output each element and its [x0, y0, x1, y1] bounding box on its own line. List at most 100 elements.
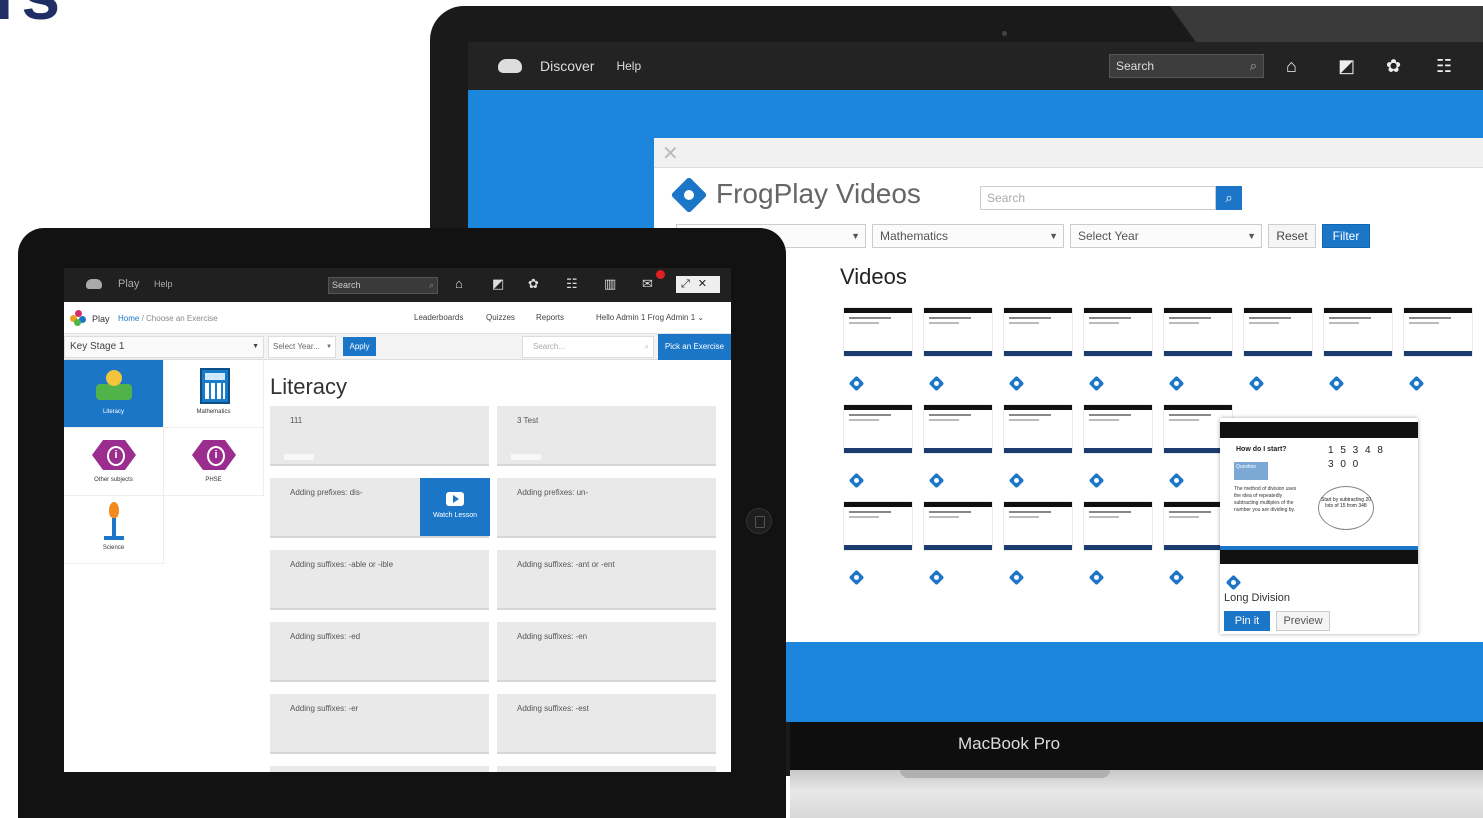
pin-icon[interactable] [1408, 375, 1425, 392]
video-thumbnail[interactable] [1004, 405, 1072, 453]
exercise-card[interactable]: Adding suffixes: -ed [270, 622, 489, 682]
exercise-card[interactable]: 111 [270, 406, 489, 466]
exercise-card[interactable]: Adding prefixes: un- [497, 478, 716, 538]
video-thumbnail[interactable] [1004, 502, 1072, 550]
video-search-input[interactable]: Search [980, 186, 1216, 210]
dashboard-icon[interactable]: ◩ [1338, 54, 1355, 78]
pin-icon[interactable] [1088, 375, 1105, 392]
video-search-button[interactable]: ⌕ [1216, 186, 1242, 210]
video-thumbnail[interactable] [1004, 308, 1072, 356]
subject-other[interactable]: Other subjects [64, 428, 164, 496]
pin-icon[interactable] [1328, 375, 1345, 392]
frog-logo-icon[interactable] [498, 59, 522, 73]
nav-reports[interactable]: Reports [536, 313, 564, 322]
key-stage-select[interactable]: Key Stage 1 ▼ [64, 336, 264, 358]
exercise-card[interactable]: Adding suffixes: -ant or -ent [497, 550, 716, 610]
pin-icon[interactable] [848, 472, 865, 489]
window-controls[interactable]: ⤢✕ [676, 276, 720, 293]
pin-icon[interactable] [1088, 569, 1105, 586]
preview-button[interactable]: Preview [1276, 611, 1330, 631]
search-icon[interactable]: ⌕ [1250, 55, 1257, 77]
exercise-card[interactable]: Adding suffixes: -est [497, 694, 716, 754]
pin-icon[interactable] [928, 375, 945, 392]
ipad: Play Help Search ⌕ ⌂ ◩ ✿ ☷ ▥ ✉ ⤢✕ Play H… [18, 228, 786, 818]
video-thumbnail[interactable] [844, 502, 912, 550]
apps-icon[interactable]: ✿ [528, 276, 539, 292]
home-button-icon[interactable] [746, 508, 772, 534]
nav-help[interactable]: Help [616, 59, 641, 73]
pin-icon[interactable] [1248, 375, 1265, 392]
pin-icon[interactable] [1008, 472, 1025, 489]
pin-icon[interactable] [1168, 472, 1185, 489]
exercise-card[interactable]: 3 Test [497, 406, 716, 466]
reset-button[interactable]: Reset [1268, 224, 1316, 248]
pin-icon[interactable] [1225, 574, 1242, 591]
video-thumbnail[interactable] [1164, 308, 1232, 356]
exercise-card[interactable]: Adding suffixes: -er [270, 694, 489, 754]
video-thumbnail[interactable] [1404, 308, 1472, 356]
nav-discover[interactable]: Discover [540, 58, 594, 74]
laptop-search-input[interactable]: Search ⌕ [1109, 54, 1264, 78]
exercise-card[interactable]: Adding suffixes: -en [497, 622, 716, 682]
pin-icon[interactable] [1088, 472, 1105, 489]
pin-icon[interactable] [928, 472, 945, 489]
video-thumbnail[interactable] [844, 308, 912, 356]
watch-lesson-button[interactable]: Watch Lesson [420, 478, 490, 536]
menu-icon[interactable]: ☷ [566, 276, 578, 292]
subject-phse[interactable]: PHSE [164, 428, 264, 496]
apply-button[interactable]: Apply [343, 337, 376, 356]
nav-leaderboards[interactable]: Leaderboards [414, 313, 463, 322]
exercise-card[interactable]: Adding suffixes: -able or -ible [270, 550, 489, 610]
exercise-search-input[interactable]: Search... ⌕ [522, 336, 654, 358]
close-icon[interactable]: ✕ [662, 141, 679, 166]
pin-icon[interactable] [1168, 375, 1185, 392]
video-thumbnail[interactable] [924, 308, 992, 356]
search-icon[interactable]: ⌕ [429, 278, 434, 293]
pin-icon[interactable] [1008, 569, 1025, 586]
filter-button[interactable]: Filter [1322, 224, 1370, 248]
subject-mathematics[interactable]: Mathematics [164, 360, 264, 428]
subject-science[interactable]: Science [64, 496, 164, 564]
subject-select[interactable]: Mathematics ▼ [872, 224, 1064, 248]
video-thumbnail[interactable] [1084, 502, 1152, 550]
video-thumbnail[interactable] [1084, 405, 1152, 453]
pin-icon[interactable] [1008, 375, 1025, 392]
close-icon[interactable]: ✕ [698, 278, 715, 290]
video-preview-frame[interactable]: How do I start? Question 1 5 3 4 8 3 0 0… [1220, 422, 1418, 564]
pin-icon[interactable] [848, 375, 865, 392]
video-thumbnail[interactable] [924, 502, 992, 550]
exercise-card[interactable] [497, 766, 716, 772]
nav-play[interactable]: Play [118, 278, 139, 290]
video-thumbnail[interactable] [1324, 308, 1392, 356]
pin-icon[interactable] [928, 569, 945, 586]
pin-icon[interactable] [1168, 569, 1185, 586]
video-progress-bar[interactable] [1220, 546, 1418, 550]
year-select[interactable]: Select Year ▼ [1070, 224, 1262, 248]
search-icon[interactable]: ⌕ [645, 337, 649, 357]
nav-quizzes[interactable]: Quizzes [486, 313, 515, 322]
exercise-card[interactable] [270, 766, 489, 772]
dashboard-icon[interactable]: ◩ [492, 276, 504, 292]
video-thumbnail[interactable] [1084, 308, 1152, 356]
video-thumbnail[interactable] [844, 405, 912, 453]
year-select[interactable]: Select Year... ▼ [268, 336, 336, 358]
chat-icon[interactable]: ✉ [642, 276, 653, 292]
breadcrumb-current: Choose an Exercise [146, 314, 218, 323]
home-icon[interactable]: ⌂ [455, 276, 463, 291]
frog-logo-icon[interactable] [86, 279, 102, 289]
pin-icon[interactable] [848, 569, 865, 586]
expand-icon[interactable]: ⤢ [681, 278, 698, 290]
video-thumbnail[interactable] [924, 405, 992, 453]
video-thumbnail[interactable] [1244, 308, 1312, 356]
menu-icon[interactable]: ☷ [1436, 54, 1452, 78]
user-menu[interactable]: Hello Admin 1 Frog Admin 1 ⌄ [596, 313, 704, 322]
home-icon[interactable]: ⌂ [1286, 54, 1297, 78]
panel-icon[interactable]: ▥ [604, 276, 616, 292]
subject-literacy[interactable]: Literacy [64, 360, 164, 428]
breadcrumb-home-link[interactable]: Home [118, 314, 139, 323]
tablet-search-input[interactable]: Search ⌕ [328, 277, 438, 294]
pin-it-button[interactable]: Pin it [1224, 611, 1270, 631]
apps-icon[interactable]: ✿ [1386, 54, 1401, 78]
nav-help[interactable]: Help [154, 279, 173, 289]
pick-exercise-button[interactable]: Pick an Exercise [658, 334, 731, 360]
